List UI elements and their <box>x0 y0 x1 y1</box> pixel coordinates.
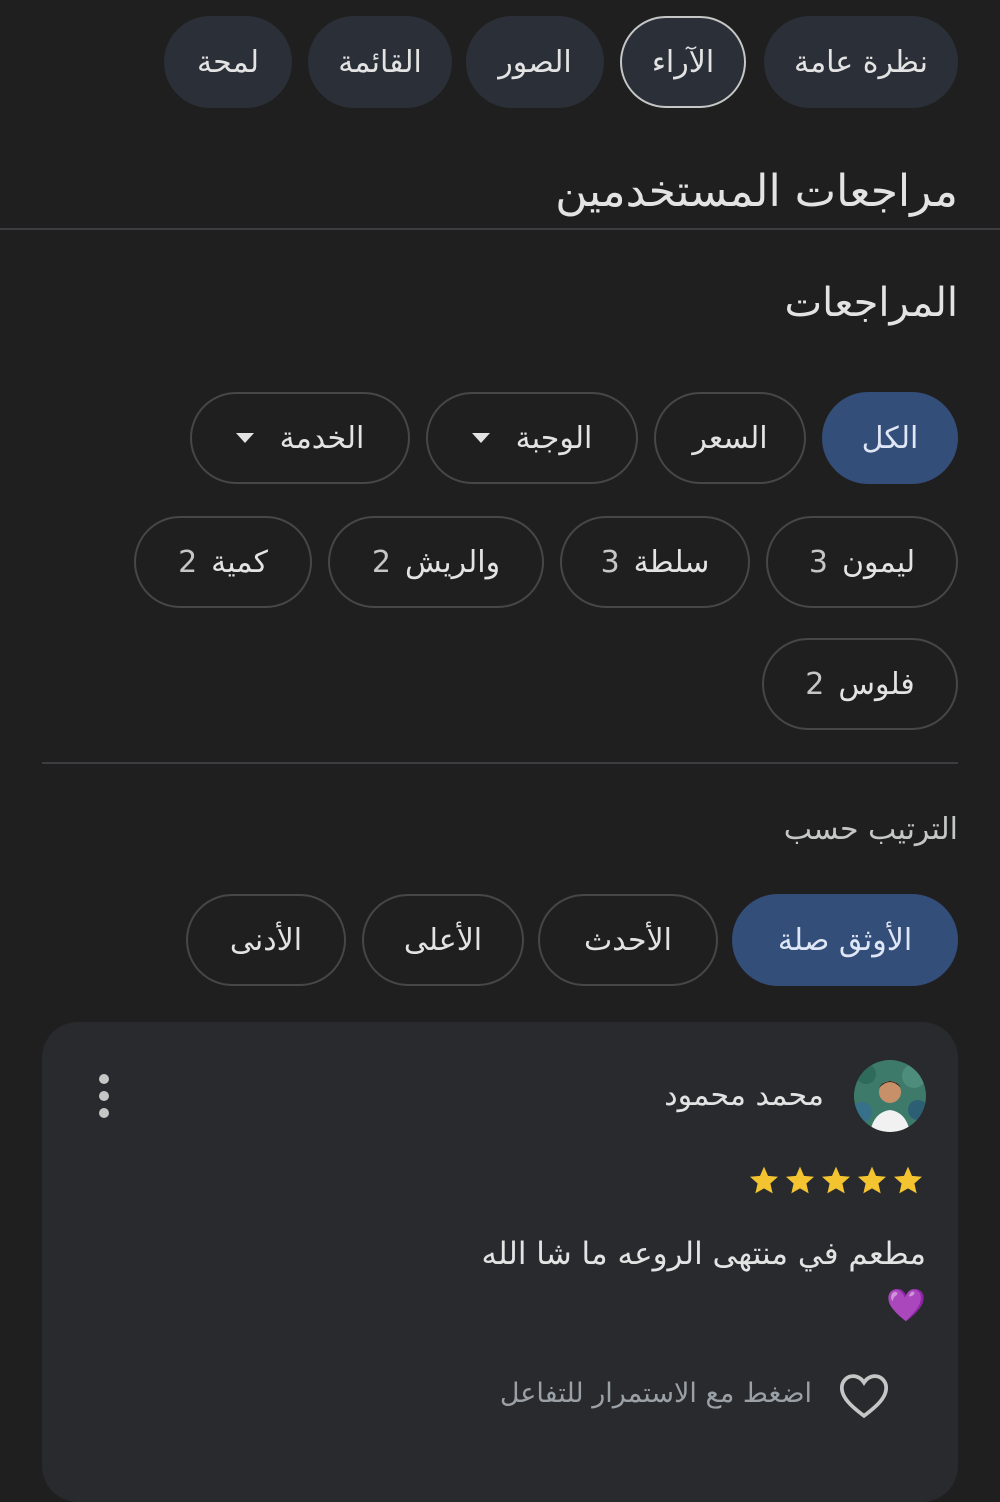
topic-chip-ribs[interactable]: والريش 2 <box>328 516 544 608</box>
tab-overview-label: نظرة عامة <box>794 44 928 80</box>
topic-chip-lemon[interactable]: ليمون 3 <box>766 516 958 608</box>
sort-most-relevant[interactable]: الأوثق صلة <box>732 894 958 986</box>
topic-chip-label: ليمون <box>842 544 916 580</box>
filter-meal-dropdown[interactable]: الوجبة <box>426 392 638 484</box>
avatar[interactable] <box>854 1060 926 1132</box>
caret-down-icon <box>235 433 254 443</box>
tab-menu[interactable]: القائمة <box>308 16 452 108</box>
filter-all-label: الكل <box>861 420 919 456</box>
topic-chip-label: فلوس <box>838 666 915 702</box>
sort-option-label: الأدنى <box>229 922 303 958</box>
caret-down-icon <box>471 433 490 443</box>
sort-label: الترتيب حسب <box>783 812 958 847</box>
filter-all[interactable]: الكل <box>822 392 958 484</box>
filter-service-label: الخدمة <box>279 420 365 456</box>
topic-chip-count: 2 <box>178 544 198 580</box>
section-title: مراجعات المستخدمين <box>555 166 958 217</box>
star-icon <box>750 1166 778 1194</box>
topic-chip-count: 3 <box>600 544 620 580</box>
avatar-image <box>854 1060 926 1132</box>
filter-price-label: السعر <box>692 420 768 456</box>
sort-lowest[interactable]: الأدنى <box>186 894 346 986</box>
topic-chip-salad[interactable]: سلطة 3 <box>560 516 750 608</box>
topic-chip-quantity[interactable]: كمية 2 <box>134 516 312 608</box>
tab-photos-label: الصور <box>498 44 572 80</box>
sort-option-label: الأحدث <box>584 922 672 958</box>
tab-photos[interactable]: الصور <box>466 16 604 108</box>
rating-stars <box>748 1164 924 1196</box>
filter-meal-label: الوجبة <box>515 420 593 456</box>
topic-chip-label: والريش <box>404 544 501 580</box>
reviews-heading: المراجعات <box>784 280 958 326</box>
section-divider <box>0 228 1000 230</box>
review-author[interactable]: محمد محمود <box>664 1078 824 1113</box>
topic-chip-label: كمية <box>211 544 268 580</box>
sort-option-label: الأوثق صلة <box>777 922 913 958</box>
star-icon <box>894 1166 922 1194</box>
tab-about-label: لمحة <box>197 44 259 80</box>
star-icon <box>858 1166 886 1194</box>
star-icon <box>786 1166 814 1194</box>
filters-divider <box>42 762 958 764</box>
topic-chip-money[interactable]: فلوس 2 <box>762 638 958 730</box>
tab-overview[interactable]: نظرة عامة <box>764 16 958 108</box>
tab-menu-label: القائمة <box>338 44 422 80</box>
topic-chip-count: 2 <box>371 544 391 580</box>
sort-option-label: الأعلى <box>403 922 483 958</box>
like-hint: اضغط مع الاستمرار للتفاعل <box>499 1378 812 1409</box>
sort-highest[interactable]: الأعلى <box>362 894 524 986</box>
review-emoji: 💜 <box>886 1286 926 1324</box>
sort-newest[interactable]: الأحدث <box>538 894 718 986</box>
review-text: مطعم في منتهى الروعه ما شا الله <box>481 1236 926 1272</box>
topic-chip-count: 3 <box>808 544 829 580</box>
more-vert-icon[interactable] <box>94 1074 114 1120</box>
tab-reviews[interactable]: الآراء <box>620 16 746 108</box>
tab-about[interactable]: لمحة <box>164 16 292 108</box>
tab-reviews-label: الآراء <box>651 44 715 80</box>
filter-price[interactable]: السعر <box>654 392 806 484</box>
star-icon <box>822 1166 850 1194</box>
topic-chip-label: سلطة <box>633 544 710 580</box>
topic-chip-count: 2 <box>805 666 825 702</box>
heart-outline-icon[interactable] <box>836 1368 892 1424</box>
filter-service-dropdown[interactable]: الخدمة <box>190 392 410 484</box>
